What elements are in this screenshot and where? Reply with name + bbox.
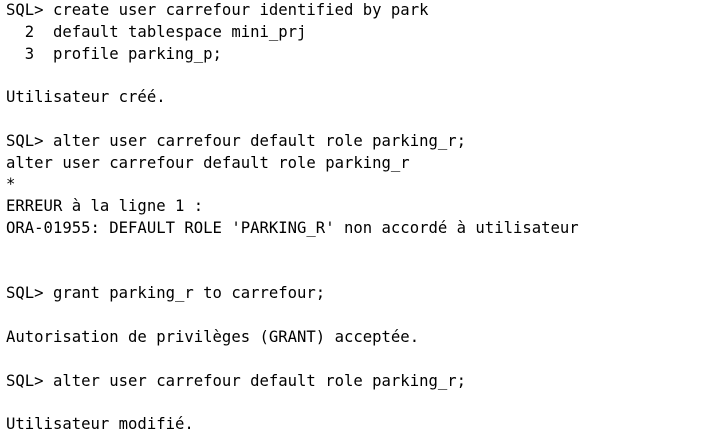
sql-continuation-line: 3 profile parking_p;	[6, 44, 222, 63]
sql-echo-line: alter user carrefour default role parkin…	[6, 153, 410, 172]
sqlplus-console[interactable]: SQL> create user carrefour identified by…	[0, 0, 712, 448]
sql-command-line: SQL> grant parking_r to carrefour;	[6, 284, 326, 303]
sql-continuation-line: 2 default tablespace mini_prj	[6, 22, 307, 41]
error-marker: *	[6, 175, 16, 194]
sql-command-line: SQL> create user carrefour identified by…	[6, 1, 429, 19]
sql-result-message: Utilisateur modifié.	[6, 415, 194, 434]
sql-result-message: Autorisation de privilèges (GRANT) accep…	[6, 327, 420, 346]
error-location: ERREUR à la ligne 1 :	[6, 197, 204, 216]
sql-result-message: Utilisateur créé.	[6, 88, 166, 107]
error-message: ORA-01955: DEFAULT ROLE 'PARKING_R' non …	[6, 218, 579, 237]
sql-command-line: SQL> alter user carrefour default role p…	[6, 131, 467, 150]
sql-command-line: SQL> alter user carrefour default role p…	[6, 371, 467, 390]
